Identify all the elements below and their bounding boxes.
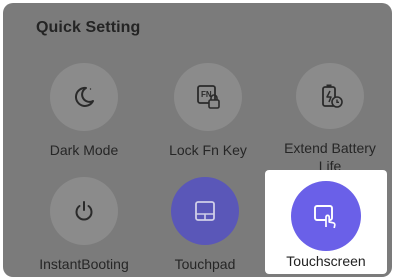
- moon-icon: [71, 84, 97, 110]
- touchpad-toggle[interactable]: Touchpad: [140, 177, 270, 277]
- lock-fn-key-circle: FN: [174, 63, 242, 131]
- quick-setting-panel: Quick Setting Dark Mode FN Lock Fn Key E…: [3, 3, 392, 277]
- fn-lock-icon: FN: [194, 83, 222, 111]
- dark-mode-label: Dark Mode: [49, 142, 119, 158]
- touchscreen-icon: [311, 201, 341, 231]
- touchpad-icon: [192, 198, 218, 224]
- lock-fn-key-toggle[interactable]: FN Lock Fn Key: [143, 63, 273, 175]
- power-icon: [71, 198, 97, 224]
- dark-mode-toggle[interactable]: Dark Mode: [19, 63, 149, 175]
- extend-battery-circle: [296, 63, 364, 129]
- touchscreen-toggle[interactable]: Touchscreen: [265, 170, 387, 274]
- instant-booting-label: InstantBooting: [39, 256, 129, 272]
- panel-title: Quick Setting: [36, 19, 141, 36]
- instant-booting-circle: [50, 177, 118, 245]
- touchscreen-label: Touchscreen: [286, 253, 366, 269]
- touchpad-label: Touchpad: [174, 256, 236, 272]
- touchpad-circle: [171, 177, 239, 245]
- battery-clock-icon: [316, 82, 344, 110]
- dark-mode-circle: [50, 63, 118, 131]
- touchscreen-circle: [291, 181, 361, 251]
- instant-booting-toggle[interactable]: InstantBooting: [19, 177, 149, 277]
- lock-fn-key-label: Lock Fn Key: [169, 142, 247, 158]
- extend-battery-life-toggle[interactable]: Extend Battery Life: [265, 63, 392, 175]
